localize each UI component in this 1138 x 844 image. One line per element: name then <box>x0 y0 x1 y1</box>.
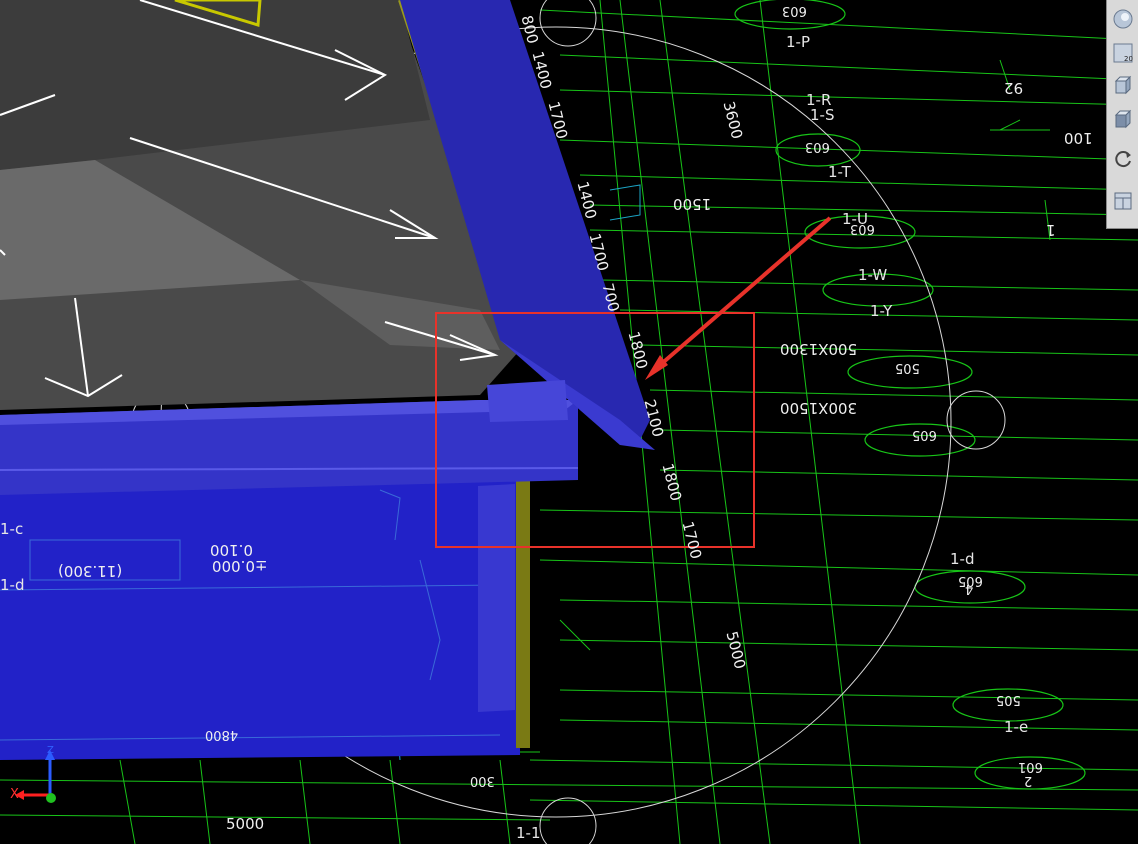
box-front-icon[interactable] <box>1110 72 1136 98</box>
circle-label: 505 <box>996 692 1021 707</box>
viewport-canvas[interactable] <box>0 0 1138 844</box>
wall-text: 300 <box>470 773 495 788</box>
pan-icon[interactable]: 20 <box>1110 40 1136 66</box>
axis-label: 1-d <box>950 550 975 568</box>
orbit-handle-top <box>539 0 597 47</box>
axis-label: 1-d <box>0 576 25 594</box>
circle-label: 605 <box>912 427 937 442</box>
layout-icon[interactable] <box>1110 188 1136 214</box>
circle-label: 603 <box>850 221 875 236</box>
axis-label: 1-W <box>858 266 888 284</box>
3d-model-viewport[interactable]: 800 1400 1700 1400 1700 700 1800 2100 18… <box>0 0 1138 844</box>
elevation-text: 0.100 <box>210 541 253 559</box>
axis-label: 1-c <box>0 520 24 538</box>
wall-yellow-edge <box>516 480 530 748</box>
wall-text: 4800 <box>205 727 239 742</box>
elevation-text: (11.300) <box>58 562 123 580</box>
axis-x-label: X <box>10 787 19 802</box>
axis-label: 1-1 <box>516 824 541 842</box>
gutter-piece <box>487 380 568 422</box>
elevation-text: ±0.000 <box>212 557 268 575</box>
navigation-toolbar: 20 <box>1106 0 1138 229</box>
scale-label: 20 <box>1124 55 1133 63</box>
steering-wheel-icon[interactable] <box>1110 6 1136 32</box>
orbit-icon[interactable] <box>1110 146 1136 172</box>
cad-ellipses <box>734 0 1086 790</box>
circle-label: 505 <box>895 360 920 375</box>
axis-z-label: Z <box>47 745 54 756</box>
cad-text: 92 <box>1004 79 1024 97</box>
orbit-handle-bottom <box>539 797 597 844</box>
box-iso-icon[interactable] <box>1110 106 1136 132</box>
circle-label: 603 <box>805 139 830 154</box>
wall-column <box>478 484 515 712</box>
circle-label: 601 <box>1018 759 1043 774</box>
axis-label: 1-T <box>828 163 851 181</box>
axis-label: 1-S <box>810 106 835 124</box>
circle-number: 2 <box>1024 773 1033 788</box>
cad-text: 500X1300 <box>780 340 858 358</box>
cad-text: 100 <box>1064 129 1093 147</box>
cad-text: 1500 <box>673 195 712 213</box>
cad-text: 300X1500 <box>780 399 858 417</box>
dim-label-bottom: 5000 <box>226 815 265 833</box>
cad-text: 1 <box>1046 221 1056 239</box>
circle-label: 603 <box>782 3 807 18</box>
circle-number: 4 <box>965 581 974 596</box>
wall-body <box>0 476 520 760</box>
axis-label: 1-P <box>786 33 811 51</box>
axis-label: 1-e <box>1004 718 1029 736</box>
orbit-handle-right <box>946 390 1006 450</box>
axis-label: 1-Y <box>870 302 893 320</box>
